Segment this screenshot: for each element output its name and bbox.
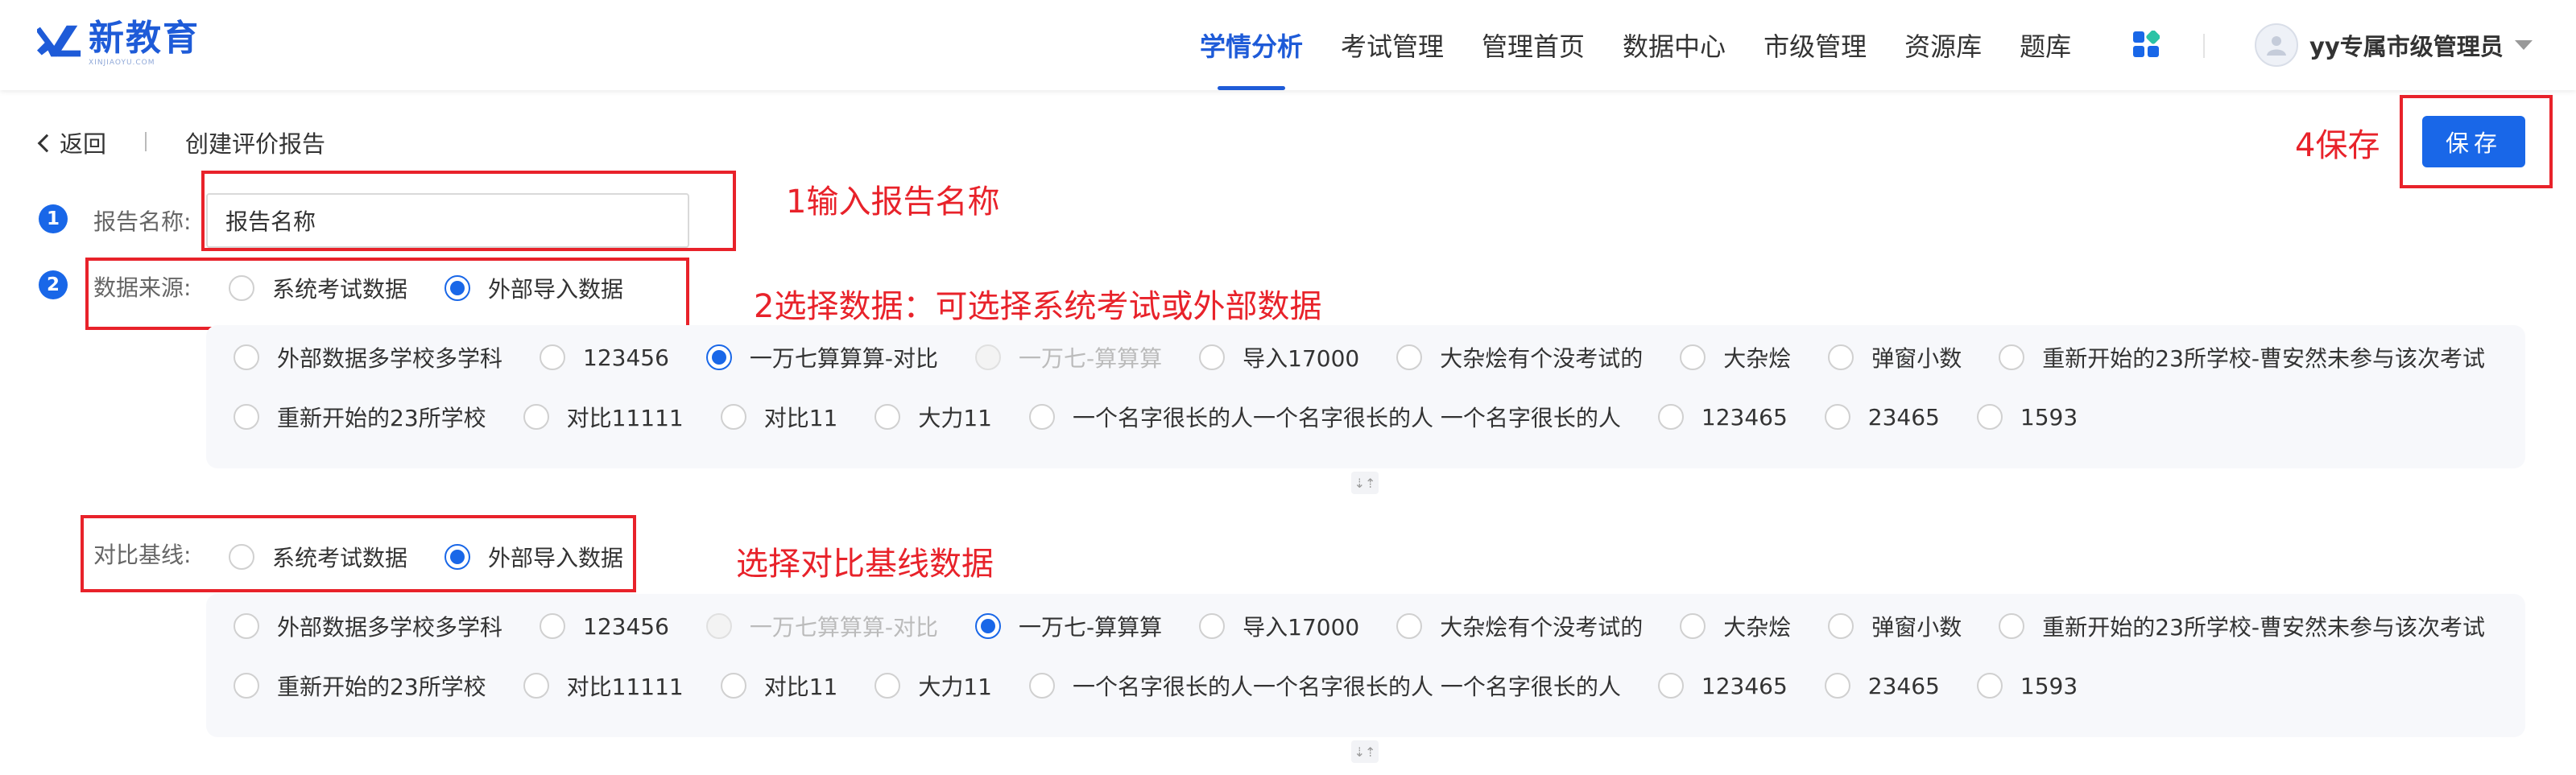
baseline-item[interactable]: 外部数据多学校多学科 (234, 610, 502, 642)
baseline-item: 一万七算算算-对比 (705, 610, 938, 642)
source-item[interactable]: 一万七算算算-对比 (705, 341, 938, 373)
baseline-item[interactable]: 大杂烩有个没考试的 (1396, 610, 1643, 642)
user-icon (2267, 36, 2286, 56)
baseline-item[interactable]: 重新开始的23所学校 (234, 670, 486, 702)
baseline-data-panel: 外部数据多学校多学科 123456 一万七算算算-对比 一万七-算算算 导入17… (206, 594, 2525, 737)
user-name: yy专属市级管理员 (2309, 33, 2504, 60)
baseline-item[interactable]: 对比11111 (523, 670, 684, 702)
source-item[interactable]: 重新开始的23所学校-曹安然未参与该次考试 (1999, 341, 2485, 373)
source-data-panel: 外部数据多学校多学科 123456 一万七算算算-对比 一万七-算算算 导入17… (206, 325, 2525, 468)
top-header: 新教育 XINJIAOYU.COM 学情分析 考试管理 管理首页 数据中心 市级… (0, 0, 2576, 90)
baseline-item[interactable]: 123465 (1657, 673, 1788, 699)
collapse-handle-icon[interactable]: ⇣⇡ (1351, 740, 1379, 763)
source-items-row-1: 外部数据多学校多学科 123456 一万七算算算-对比 一万七-算算算 导入17… (234, 341, 2522, 373)
annotation-box-name (201, 171, 736, 251)
nav-item-admin-home[interactable]: 管理首页 (1482, 0, 1585, 90)
logo-icon (37, 25, 81, 57)
chevron-left-icon (37, 134, 56, 153)
source-item[interactable]: 大杂烩 (1680, 341, 1791, 373)
back-link[interactable]: 返回 (37, 126, 107, 159)
nav-item-question-bank[interactable]: 题库 (2020, 0, 2071, 90)
source-item[interactable]: 导入17000 (1199, 341, 1359, 373)
annotation-box-baseline (81, 515, 636, 592)
source-item[interactable]: 对比11111 (523, 401, 684, 433)
annotation-baseline: 选择对比基线数据 (736, 546, 994, 583)
baseline-item[interactable]: 一万七-算算算 (975, 610, 1162, 642)
step-badge-1: 1 (39, 204, 68, 233)
source-item[interactable]: 对比11 (720, 401, 837, 433)
page-title: 创建评价报告 (185, 130, 326, 158)
nav-item-exam-management[interactable]: 考试管理 (1341, 0, 1444, 90)
nav-item-city-management[interactable]: 市级管理 (1764, 0, 1867, 90)
source-item: 一万七-算算算 (975, 341, 1162, 373)
nav-item-resources[interactable]: 资源库 (1904, 0, 1982, 90)
baseline-item[interactable]: 23465 (1824, 673, 1940, 699)
baseline-items-row-1: 外部数据多学校多学科 123456 一万七算算算-对比 一万七-算算算 导入17… (234, 610, 2522, 642)
collapse-handle-icon[interactable]: ⇣⇡ (1351, 472, 1379, 494)
baseline-item[interactable]: 123456 (540, 613, 669, 640)
chevron-down-icon (2514, 40, 2533, 50)
baseline-item[interactable]: 重新开始的23所学校-曹安然未参与该次考试 (1999, 610, 2485, 642)
source-item[interactable]: 重新开始的23所学校 (234, 401, 486, 433)
brand-sub: XINJIAOYU.COM (89, 59, 155, 67)
annotation-save: 4保存 (2295, 127, 2380, 164)
baseline-item[interactable]: 导入17000 (1199, 610, 1359, 642)
source-item[interactable]: 弹窗小数 (1828, 341, 1962, 373)
apps-grid-icon[interactable] (2132, 31, 2160, 58)
main-nav: 学情分析 考试管理 管理首页 数据中心 市级管理 资源库 题库 (1200, 0, 2109, 90)
baseline-items-row-2: 重新开始的23所学校 对比11111 对比11 大力11 一个名字很长的人一个名… (234, 670, 2115, 702)
breadcrumb-divider (145, 132, 147, 151)
back-label: 返回 (60, 130, 107, 158)
source-item[interactable]: 123456 (540, 344, 669, 371)
source-item[interactable]: 大杂烩有个没考试的 (1396, 341, 1643, 373)
source-item[interactable]: 1593 (1976, 404, 2078, 431)
annotation-box-source (85, 258, 689, 330)
brand-name: 新教育 (89, 18, 200, 59)
baseline-item[interactable]: 弹窗小数 (1828, 610, 1962, 642)
baseline-item[interactable]: 大力11 (875, 670, 992, 702)
baseline-item[interactable]: 大杂烩 (1680, 610, 1791, 642)
annotation-source: 2选择数据：可选择系统考试或外部数据 (754, 288, 1322, 325)
nav-item-data-center[interactable]: 数据中心 (1623, 0, 1726, 90)
source-item[interactable]: 外部数据多学校多学科 (234, 341, 502, 373)
source-items-row-2: 重新开始的23所学校 对比11111 对比11 大力11 一个名字很长的人一个名… (234, 401, 2115, 433)
source-item[interactable]: 大力11 (875, 401, 992, 433)
source-item[interactable]: 23465 (1824, 404, 1940, 431)
source-item[interactable]: 123465 (1657, 404, 1788, 431)
brand-logo[interactable]: 新教育 XINJIAOYU.COM (37, 16, 200, 69)
baseline-item[interactable]: 一个名字很长的人一个名字很长的人 一个名字很长的人 (1029, 670, 1621, 702)
save-button[interactable]: 保存 (2422, 116, 2525, 167)
user-menu[interactable]: yy专属市级管理员 (2255, 21, 2533, 69)
baseline-item[interactable]: 1593 (1976, 673, 2078, 699)
step-badge-2: 2 (39, 270, 68, 299)
nav-divider (2203, 34, 2205, 58)
avatar (2255, 23, 2298, 67)
baseline-item[interactable]: 对比11 (720, 670, 837, 702)
report-name-label: 报告名称: (93, 208, 192, 235)
annotation-name: 1输入报告名称 (786, 183, 1000, 221)
nav-item-analysis[interactable]: 学情分析 (1200, 0, 1303, 90)
source-item[interactable]: 一个名字很长的人一个名字很长的人 一个名字很长的人 (1029, 401, 1621, 433)
